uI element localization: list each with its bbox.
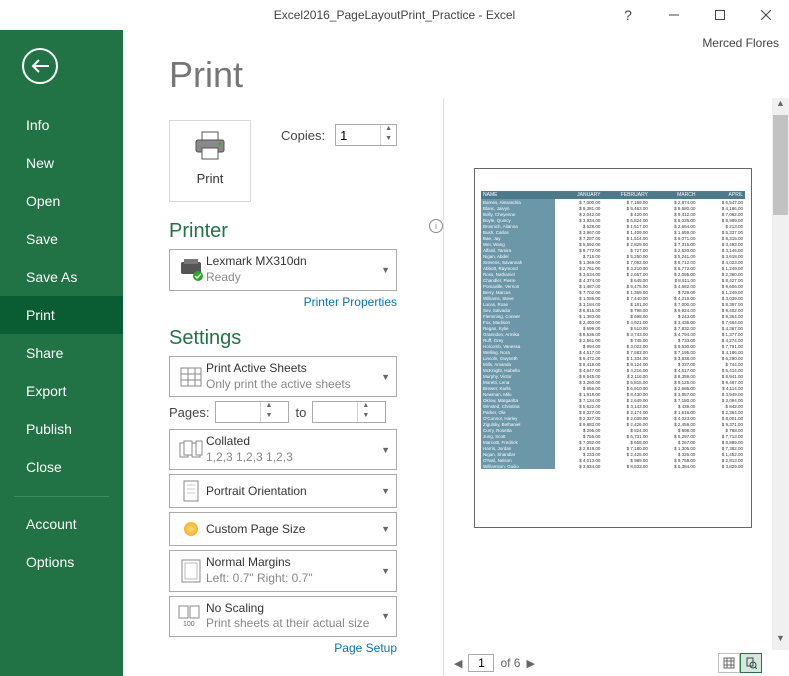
preview-row: Williamson, Guilio$ 3,634.00$ 8,533.00$ … (481, 463, 745, 469)
preview-header: JANUARY (555, 191, 603, 199)
scaling-icon: 100 (176, 605, 206, 627)
chevron-down-icon: ▼ (381, 524, 390, 534)
close-button[interactable] (743, 1, 789, 29)
collate-icon (176, 440, 206, 460)
copies-label: Copies: (281, 128, 325, 143)
preview-header: FEBRUARY (602, 191, 650, 199)
printer-icon (192, 131, 228, 161)
printer-device-icon (176, 259, 206, 281)
print-preview-pane: ▲ ▼ NAMEJANUARYFEBRUARYMARCHAPRILBarnes,… (443, 98, 789, 676)
help-button[interactable]: ? (605, 1, 651, 29)
show-margins-button[interactable] (718, 653, 740, 673)
page-total-label: of 6 (500, 656, 520, 670)
preview-page: NAMEJANUARYFEBRUARYMARCHAPRILBarnes, Ale… (474, 168, 752, 528)
preview-header: APRIL (697, 191, 745, 199)
chevron-down-icon: ▼ (381, 486, 390, 496)
restore-button[interactable] (697, 1, 743, 29)
sidebar-item-close[interactable]: Close (0, 448, 123, 486)
arrow-left-icon (31, 59, 49, 73)
copies-spinner[interactable]: ▲▼ (335, 124, 397, 146)
chevron-down-icon: ▼ (381, 372, 390, 382)
page-size-icon (176, 522, 206, 536)
sidebar-item-print[interactable]: Print (0, 296, 123, 334)
chevron-down-icon: ▼ (381, 566, 390, 576)
pages-from[interactable]: ▲▼ (215, 401, 289, 423)
print-button[interactable]: Print (169, 120, 251, 202)
preview-header: MARCH (650, 191, 698, 199)
sidebar-item-save-as[interactable]: Save As (0, 258, 123, 296)
print-button-label: Print (197, 171, 224, 186)
scroll-down[interactable]: ▼ (772, 633, 789, 650)
next-page-button[interactable]: ▶ (526, 657, 534, 670)
copies-input[interactable] (336, 125, 380, 145)
account-name[interactable]: Merced Flores (702, 36, 779, 50)
page-size-select[interactable]: Custom Page Size ▼ (169, 512, 397, 546)
printer-properties-link[interactable]: Printer Properties (169, 295, 397, 309)
printer-info-icon[interactable]: i (429, 219, 443, 233)
prev-page-button[interactable]: ◀ (454, 657, 462, 670)
backstage-sidebar: InfoNewOpenSaveSave AsPrintShareExportPu… (0, 30, 123, 676)
printer-name: Lexmark MX310dn (206, 254, 390, 270)
scroll-up[interactable]: ▲ (772, 98, 789, 115)
sidebar-item-options[interactable]: Options (0, 543, 123, 581)
current-page-input[interactable] (468, 654, 494, 672)
sidebar-separator (14, 496, 109, 497)
sidebar-item-share[interactable]: Share (0, 334, 123, 372)
margins-icon (176, 559, 206, 583)
svg-text:100: 100 (183, 621, 195, 627)
orientation-select[interactable]: Portrait Orientation ▼ (169, 474, 397, 508)
zoom-to-page-button[interactable] (740, 653, 762, 673)
pages-to-label: to (295, 405, 306, 420)
scroll-thumb[interactable] (773, 115, 788, 215)
portrait-icon (176, 480, 206, 502)
chevron-down-icon: ▼ (381, 445, 390, 455)
copies-up[interactable]: ▲ (381, 125, 396, 135)
sidebar-item-export[interactable]: Export (0, 372, 123, 410)
printer-status: Ready (206, 270, 390, 286)
preview-scrollbar[interactable]: ▲ ▼ (772, 98, 789, 650)
pages-label: Pages: (169, 405, 209, 420)
preview-header: NAME (481, 191, 555, 199)
sidebar-item-open[interactable]: Open (0, 182, 123, 220)
collate-select[interactable]: Collated1,2,3 1,2,3 1,2,3 ▼ (169, 429, 397, 470)
settings-heading: Settings (169, 327, 443, 350)
printer-select[interactable]: Lexmark MX310dnReady ▼ (169, 249, 397, 291)
printer-heading: Printer (169, 220, 228, 243)
scaling-select[interactable]: 100 No ScalingPrint sheets at their actu… (169, 596, 397, 637)
page-title: Print (169, 54, 443, 96)
chevron-down-icon: ▼ (381, 611, 390, 621)
sidebar-item-account[interactable]: Account (0, 505, 123, 543)
pages-to[interactable]: ▲▼ (312, 401, 386, 423)
margins-select[interactable]: Normal MarginsLeft: 0.7" Right: 0.7" ▼ (169, 550, 397, 591)
sheets-icon (176, 366, 206, 388)
page-setup-link[interactable]: Page Setup (169, 641, 397, 655)
print-what-select[interactable]: Print Active SheetsOnly print the active… (169, 356, 397, 397)
back-button[interactable] (22, 48, 58, 84)
sidebar-item-new[interactable]: New (0, 144, 123, 182)
sidebar-item-publish[interactable]: Publish (0, 410, 123, 448)
copies-down[interactable]: ▼ (381, 135, 396, 145)
chevron-down-icon: ▼ (381, 265, 390, 275)
sidebar-item-save[interactable]: Save (0, 220, 123, 258)
sidebar-item-info[interactable]: Info (0, 106, 123, 144)
minimize-button[interactable] (651, 1, 697, 29)
